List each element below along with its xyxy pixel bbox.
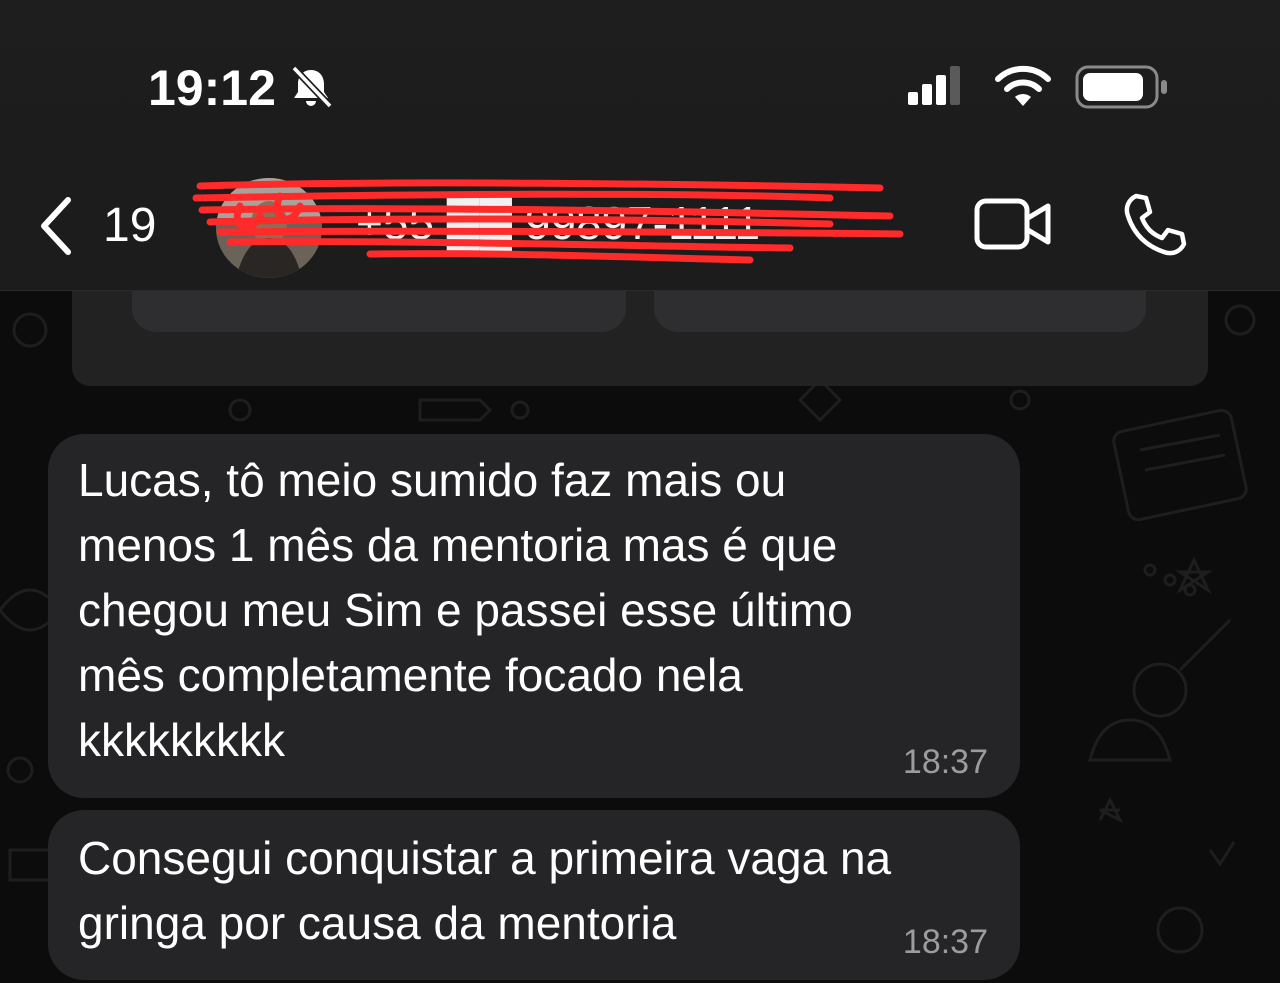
redaction-scribble bbox=[192, 179, 904, 264]
video-camera-icon[interactable] bbox=[974, 196, 1052, 252]
card-action-button-left[interactable] bbox=[132, 290, 626, 332]
chat-wallpaper: Lucas, tô meio sumido faz mais ou menos … bbox=[0, 290, 1280, 983]
message-text: Consegui conquistar a primeira vaga na g… bbox=[78, 832, 892, 949]
message-timestamp: 18:37 bbox=[902, 923, 988, 961]
battery-icon bbox=[1075, 65, 1167, 109]
unread-count[interactable]: 19 bbox=[103, 198, 156, 254]
bell-slash-icon bbox=[291, 65, 333, 109]
message-bubble[interactable]: Lucas, tô meio sumido faz mais ou menos … bbox=[48, 434, 1020, 798]
message-timestamp: 18:37 bbox=[902, 743, 988, 781]
message-bubble[interactable]: Consegui conquistar a primeira vaga na g… bbox=[48, 810, 1020, 980]
phone-icon[interactable] bbox=[1122, 192, 1188, 258]
card-action-button-right[interactable] bbox=[654, 290, 1146, 332]
chevron-left-icon[interactable] bbox=[36, 196, 76, 256]
cellular-signal-icon bbox=[908, 66, 960, 105]
wifi-icon bbox=[995, 65, 1051, 106]
message-text: Lucas, tô meio sumido faz mais ou menos … bbox=[78, 454, 853, 766]
status-time: 19:12 bbox=[148, 60, 276, 116]
